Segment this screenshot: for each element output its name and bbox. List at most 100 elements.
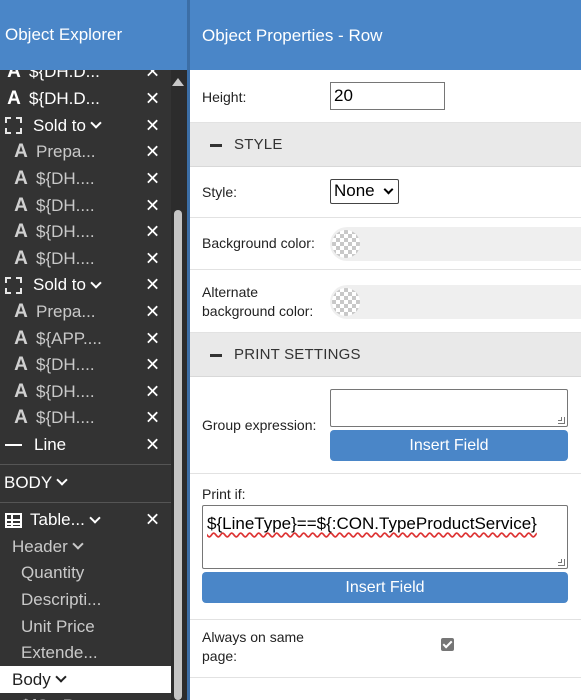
style-select[interactable]: None [330,179,399,204]
tree-item-label: ${DH.... [36,381,95,401]
tree-item[interactable]: A ${DH.... ✕ [0,192,171,219]
tree-item-body-selected[interactable]: Body [0,666,171,694]
chevron-down-icon[interactable] [90,277,102,289]
tree-item[interactable]: Line ✕ [0,432,171,459]
text-icon: A [7,88,21,110]
collapse-minus-icon [210,354,222,357]
chevron-down-icon[interactable] [72,538,84,550]
tree-item[interactable]: A ${DH.... ✕ [0,219,171,246]
always-same-page-checkbox[interactable] [441,638,454,651]
group-expression-input[interactable] [330,389,568,427]
tree-divider [0,464,171,466]
close-icon[interactable]: ✕ [145,275,160,296]
explorer-scroll-thumb[interactable] [174,210,182,700]
style-row: Style: None [190,168,581,218]
chevron-down-icon[interactable] [56,474,68,486]
tree-item[interactable]: A ${DH.... ✕ [0,379,171,406]
close-icon[interactable]: ✕ [145,355,160,376]
close-icon[interactable]: ✕ [145,115,160,136]
alternate-label-line-1: Alternate [202,284,259,300]
tree-item[interactable]: A ${DH.... ✕ [0,166,171,193]
text-icon: A [14,221,28,243]
alternate-background-color-label: Alternate background color: [202,283,313,321]
same-page-label-line-1: Always on same [202,629,304,645]
tree-item-label: ${DH.... [36,195,95,215]
close-icon[interactable]: ✕ [145,408,160,429]
tree-section-body[interactable]: BODY [0,469,171,496]
close-icon[interactable]: ✕ [145,222,160,243]
close-icon[interactable]: ✕ [145,328,160,349]
text-icon: A [14,301,28,323]
tree-item[interactable]: A ${APP.... ✕ [0,325,171,352]
close-icon[interactable]: ✕ [145,381,160,402]
group-expression-label: Group expression: [202,417,317,433]
tree-item[interactable]: Sold to ✕ [0,272,171,299]
tree-item-column[interactable]: Descripti... [0,587,171,614]
always-same-page-label: Always on same page: [202,628,304,666]
text-icon: A [14,354,28,376]
tree-item-column[interactable]: Unit Price [0,613,171,640]
tree-item[interactable]: ${QtyRe... [0,693,171,700]
insert-field-button[interactable]: Insert Field [330,430,568,461]
style-section-title: STYLE [234,136,283,153]
height-row: Height: 20 [190,70,581,123]
close-icon[interactable]: ✕ [145,142,160,163]
height-input[interactable]: 20 [330,82,445,110]
insert-field-button[interactable]: Insert Field [202,572,568,603]
chevron-down-icon[interactable] [90,117,102,130]
object-explorer-title: Object Explorer [0,0,187,70]
close-icon[interactable]: ✕ [145,89,160,110]
close-icon[interactable]: ✕ [145,248,160,269]
print-settings-section-header[interactable]: PRINT SETTINGS [190,333,581,377]
column-label: Extende... [21,643,98,663]
tree-item-column[interactable]: Quantity [0,560,171,587]
style-select-value: None [334,181,375,200]
tree-item-label: ${QtyRe... [21,696,98,700]
close-icon[interactable]: ✕ [145,169,160,190]
tree-item-label: ${DH.... [36,408,95,428]
header-label: Header [12,536,68,556]
always-same-page-row: Always on same page: [190,620,581,678]
close-icon[interactable]: ✕ [145,435,160,456]
print-if-label: Print if: [202,486,246,502]
alternate-label-line-2: background color: [202,303,314,319]
tree-item-label: ${DH.... [36,248,95,268]
collapse-minus-icon [210,144,222,147]
alternate-background-color-picker[interactable] [330,285,581,319]
scroll-up-arrow-icon[interactable] [172,78,184,86]
column-label: Descripti... [21,589,102,609]
tree-item-header[interactable]: Header [0,534,171,561]
close-icon[interactable]: ✕ [145,302,160,323]
alternate-background-color-row: Alternate background color: [190,270,581,333]
resize-grip-icon[interactable] [558,417,565,424]
tree-item[interactable]: A ${DH.... ✕ [0,405,171,432]
tree-item-column[interactable]: Extende... [0,640,171,667]
text-icon: A [14,327,28,349]
tree-item[interactable]: A Prepa... ✕ [0,299,171,326]
tree-item[interactable]: A ${DH.... ✕ [0,246,171,273]
tree-item[interactable]: A Prepa... ✕ [0,139,171,166]
object-tree: A ${DH.D... ✕ A ${DH.D... ✕ Sold to ✕ A Prepa... ✕… [0,58,171,700]
tree-item-label: ${DH.... [36,355,95,375]
print-settings-section-title: PRINT SETTINGS [234,346,361,363]
close-icon[interactable]: ✕ [145,195,160,216]
chevron-down-icon[interactable] [55,671,67,683]
container-icon [5,276,22,294]
style-section-header[interactable]: STYLE [190,123,581,167]
tree-item[interactable]: A ${DH.D... ✕ [0,86,171,113]
column-label: Quantity [21,563,85,583]
background-color-picker[interactable] [330,227,581,261]
resize-grip-icon[interactable] [558,559,565,566]
tree-item-label: Line [34,435,67,455]
tree-item-label: Prepa... [36,142,96,162]
tree-item[interactable]: A ${DH.... ✕ [0,352,171,379]
height-label: Height: [202,89,247,105]
close-icon[interactable]: ✕ [145,510,160,531]
body-section-label: BODY [4,472,53,492]
chevron-down-icon[interactable] [89,512,101,524]
tree-item-label: Sold to [33,115,86,135]
print-if-input[interactable]: ${LineType}==${:CON.TypeProductService} [202,505,568,569]
text-icon: A [14,380,28,402]
tree-item[interactable]: Sold to ✕ [0,113,171,140]
tree-item-table[interactable]: Table... ✕ [0,507,171,534]
